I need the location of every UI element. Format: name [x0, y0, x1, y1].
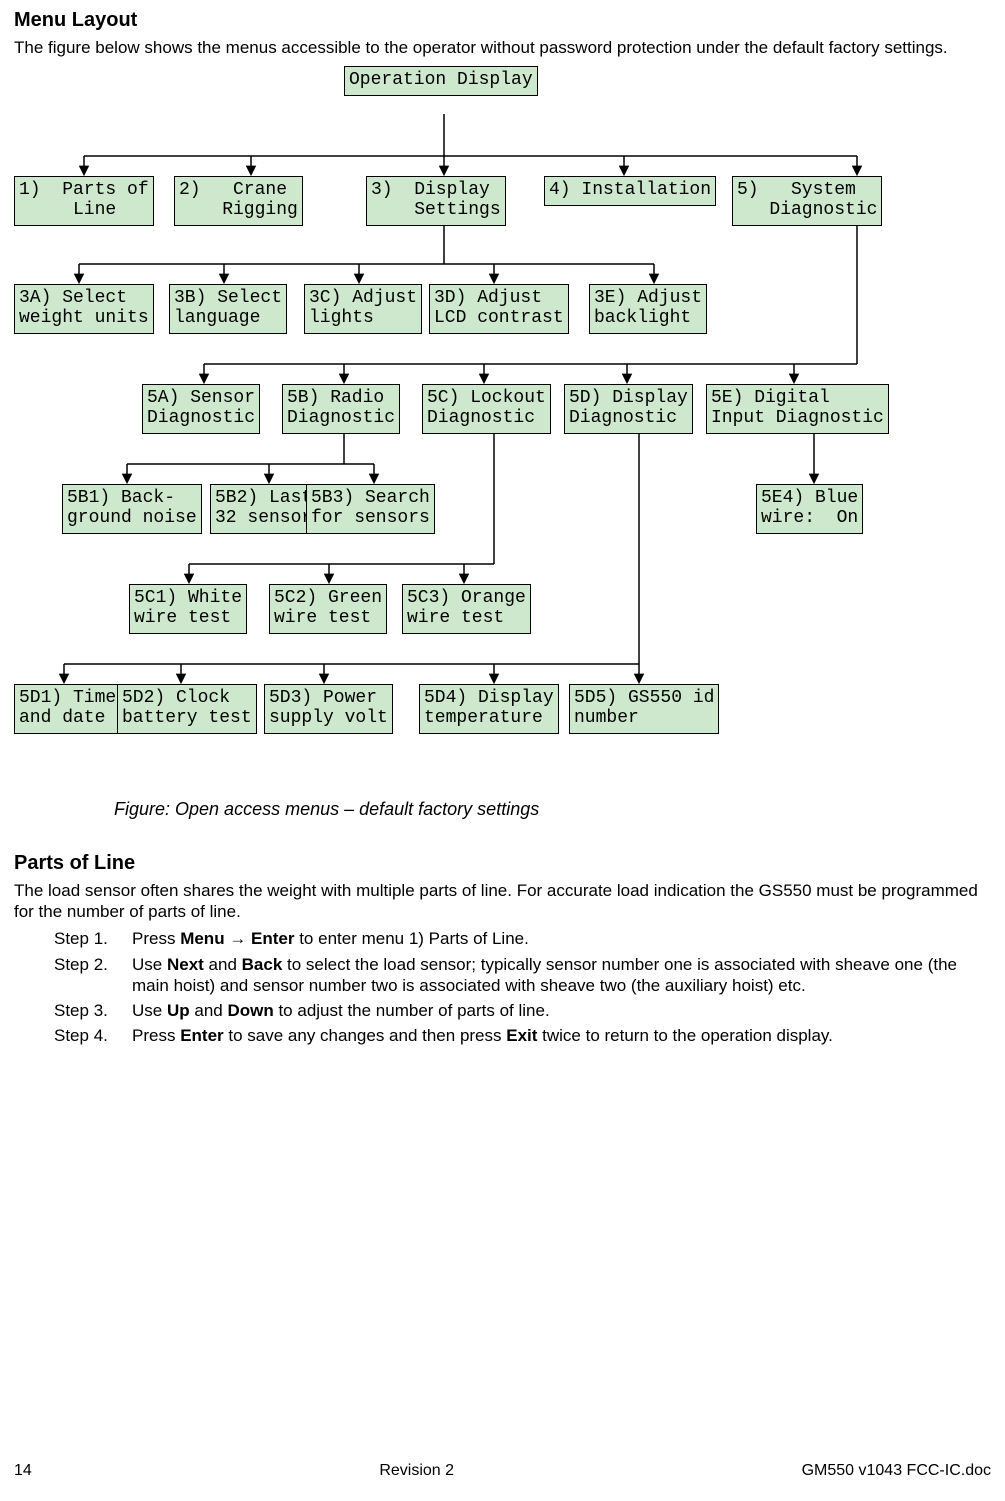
node-3c: 3C) Adjust lights	[304, 284, 422, 334]
footer-filename: GM550 v1043 FCC-IC.doc	[802, 1461, 991, 1481]
step-row: Step 4.Press Enter to save any changes a…	[54, 1025, 991, 1046]
intro-menu-layout: The figure below shows the menus accessi…	[14, 37, 991, 58]
step-row: Step 3.Use Up and Down to adjust the num…	[54, 1000, 991, 1021]
node-1-parts-of-line: 1) Parts of Line	[14, 176, 154, 226]
node-5c2: 5C2) Green wire test	[269, 584, 387, 634]
node-3e: 3E) Adjust backlight	[589, 284, 707, 334]
step-label: Step 2.	[54, 954, 132, 997]
node-3b: 3B) Select language	[169, 284, 287, 334]
node-5c: 5C) Lockout Diagnostic	[422, 384, 551, 434]
node-operation-display: Operation Display	[344, 66, 538, 96]
step-text: Press Enter to save any changes and then…	[132, 1025, 991, 1046]
node-5c3: 5C3) Orange wire test	[402, 584, 531, 634]
node-5d4: 5D4) Display temperature	[419, 684, 559, 734]
step-row: Step 2.Use Next and Back to select the l…	[54, 954, 991, 997]
figure-caption: Figure: Open access menus – default fact…	[114, 798, 991, 821]
step-label: Step 4.	[54, 1025, 132, 1046]
steps-list: Step 1.Press Menu → Enter to enter menu …	[54, 928, 991, 1046]
node-3a: 3A) Select weight units	[14, 284, 154, 334]
node-3d: 3D) Adjust LCD contrast	[429, 284, 569, 334]
node-5b: 5B) Radio Diagnostic	[282, 384, 400, 434]
footer-page: 14	[14, 1461, 32, 1481]
node-5a: 5A) Sensor Diagnostic	[142, 384, 260, 434]
menu-diagram: Operation Display 1) Parts of Line 2) Cr…	[14, 64, 964, 794]
node-5b3: 5B3) Search for sensors	[306, 484, 435, 534]
node-2-crane-rigging: 2) Crane Rigging	[174, 176, 303, 226]
node-5d1: 5D1) Time and date	[14, 684, 121, 734]
intro-parts-of-line: The load sensor often shares the weight …	[14, 880, 991, 923]
step-text: Use Next and Back to select the load sen…	[132, 954, 991, 997]
heading-parts-of-line: Parts of Line	[14, 851, 991, 876]
page-footer: 14 Revision 2 GM550 v1043 FCC-IC.doc	[14, 1461, 991, 1481]
node-5d5: 5D5) GS550 id number	[569, 684, 719, 734]
step-text: Use Up and Down to adjust the number of …	[132, 1000, 991, 1021]
step-text: Press Menu → Enter to enter menu 1) Part…	[132, 928, 991, 949]
node-5e: 5E) Digital Input Diagnostic	[706, 384, 889, 434]
node-5-system-diagnostic: 5) System Diagnostic	[732, 176, 882, 226]
node-5d: 5D) Display Diagnostic	[564, 384, 693, 434]
step-label: Step 3.	[54, 1000, 132, 1021]
footer-revision: Revision 2	[379, 1461, 454, 1481]
heading-menu-layout: Menu Layout	[14, 8, 991, 33]
node-5c1: 5C1) White wire test	[129, 584, 247, 634]
node-5d2: 5D2) Clock battery test	[117, 684, 257, 734]
step-label: Step 1.	[54, 928, 132, 949]
node-5e4: 5E4) Blue wire: On	[756, 484, 863, 534]
node-3-display-settings: 3) Display Settings	[366, 176, 506, 226]
node-5d3: 5D3) Power supply volt	[264, 684, 393, 734]
step-row: Step 1.Press Menu → Enter to enter menu …	[54, 928, 991, 949]
node-5b1: 5B1) Back- ground noise	[62, 484, 202, 534]
node-4-installation: 4) Installation	[544, 176, 716, 206]
